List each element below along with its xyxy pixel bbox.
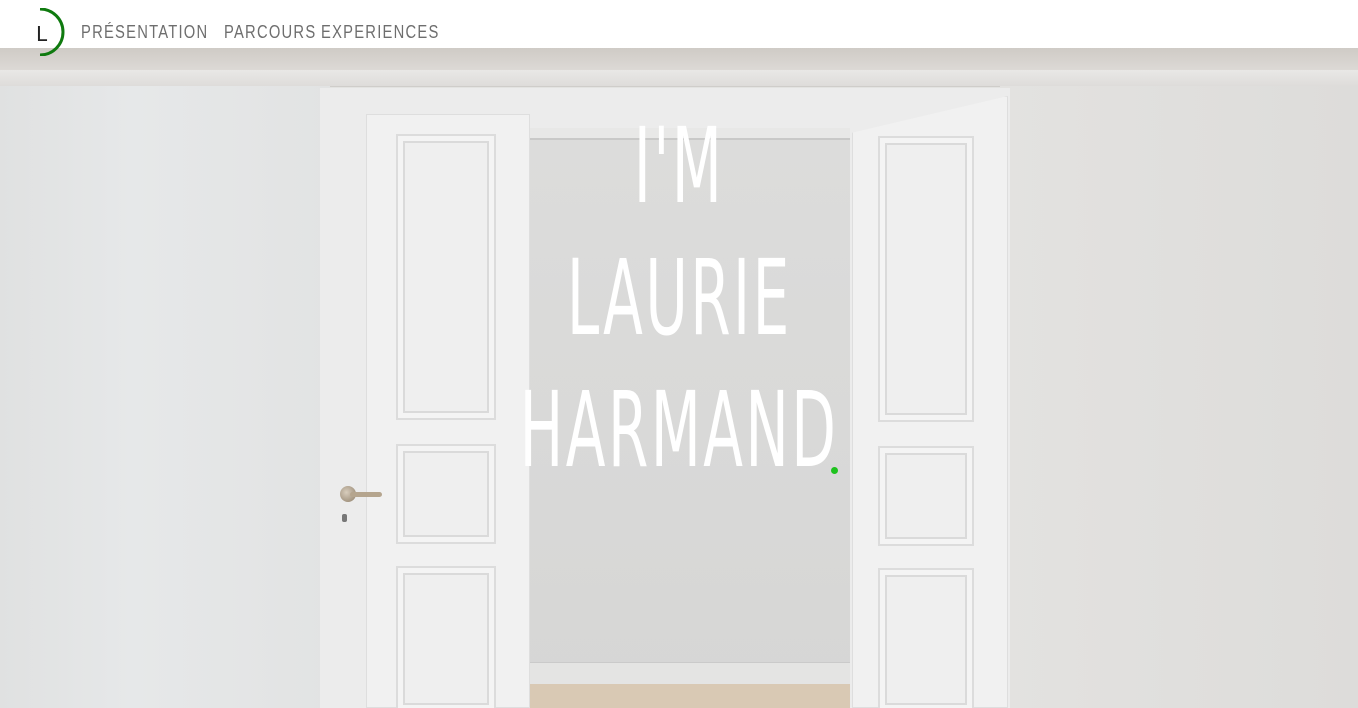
nav-link-parcours[interactable]: PARCOURS xyxy=(224,20,315,44)
door-panel xyxy=(396,566,496,708)
nav-link-experiences[interactable]: EXPERIENCES xyxy=(321,20,438,44)
hero-headline-line-3: HARMAND xyxy=(519,369,839,491)
hero-background-baseboard xyxy=(530,662,850,685)
hero-background-ceiling xyxy=(0,48,1358,70)
hero-headline-dot xyxy=(831,467,838,474)
hero-headline-line-2: LAURIE xyxy=(566,237,792,359)
site-logo[interactable]: L xyxy=(26,8,68,56)
main-nav: PRÉSENTATION PARCOURS EXPERIENCES xyxy=(81,20,458,44)
nav-link-presentation[interactable]: PRÉSENTATION xyxy=(81,20,207,44)
keyhole-icon xyxy=(342,514,347,522)
top-navbar: L PRÉSENTATION PARCOURS EXPERIENCES xyxy=(0,0,1358,56)
hero-background-molding xyxy=(0,70,1358,87)
hero-background-floor xyxy=(530,684,850,708)
logo-letter: L xyxy=(36,22,48,46)
door-panel xyxy=(878,568,974,708)
hero-headline-line-1: I'M xyxy=(633,105,725,227)
